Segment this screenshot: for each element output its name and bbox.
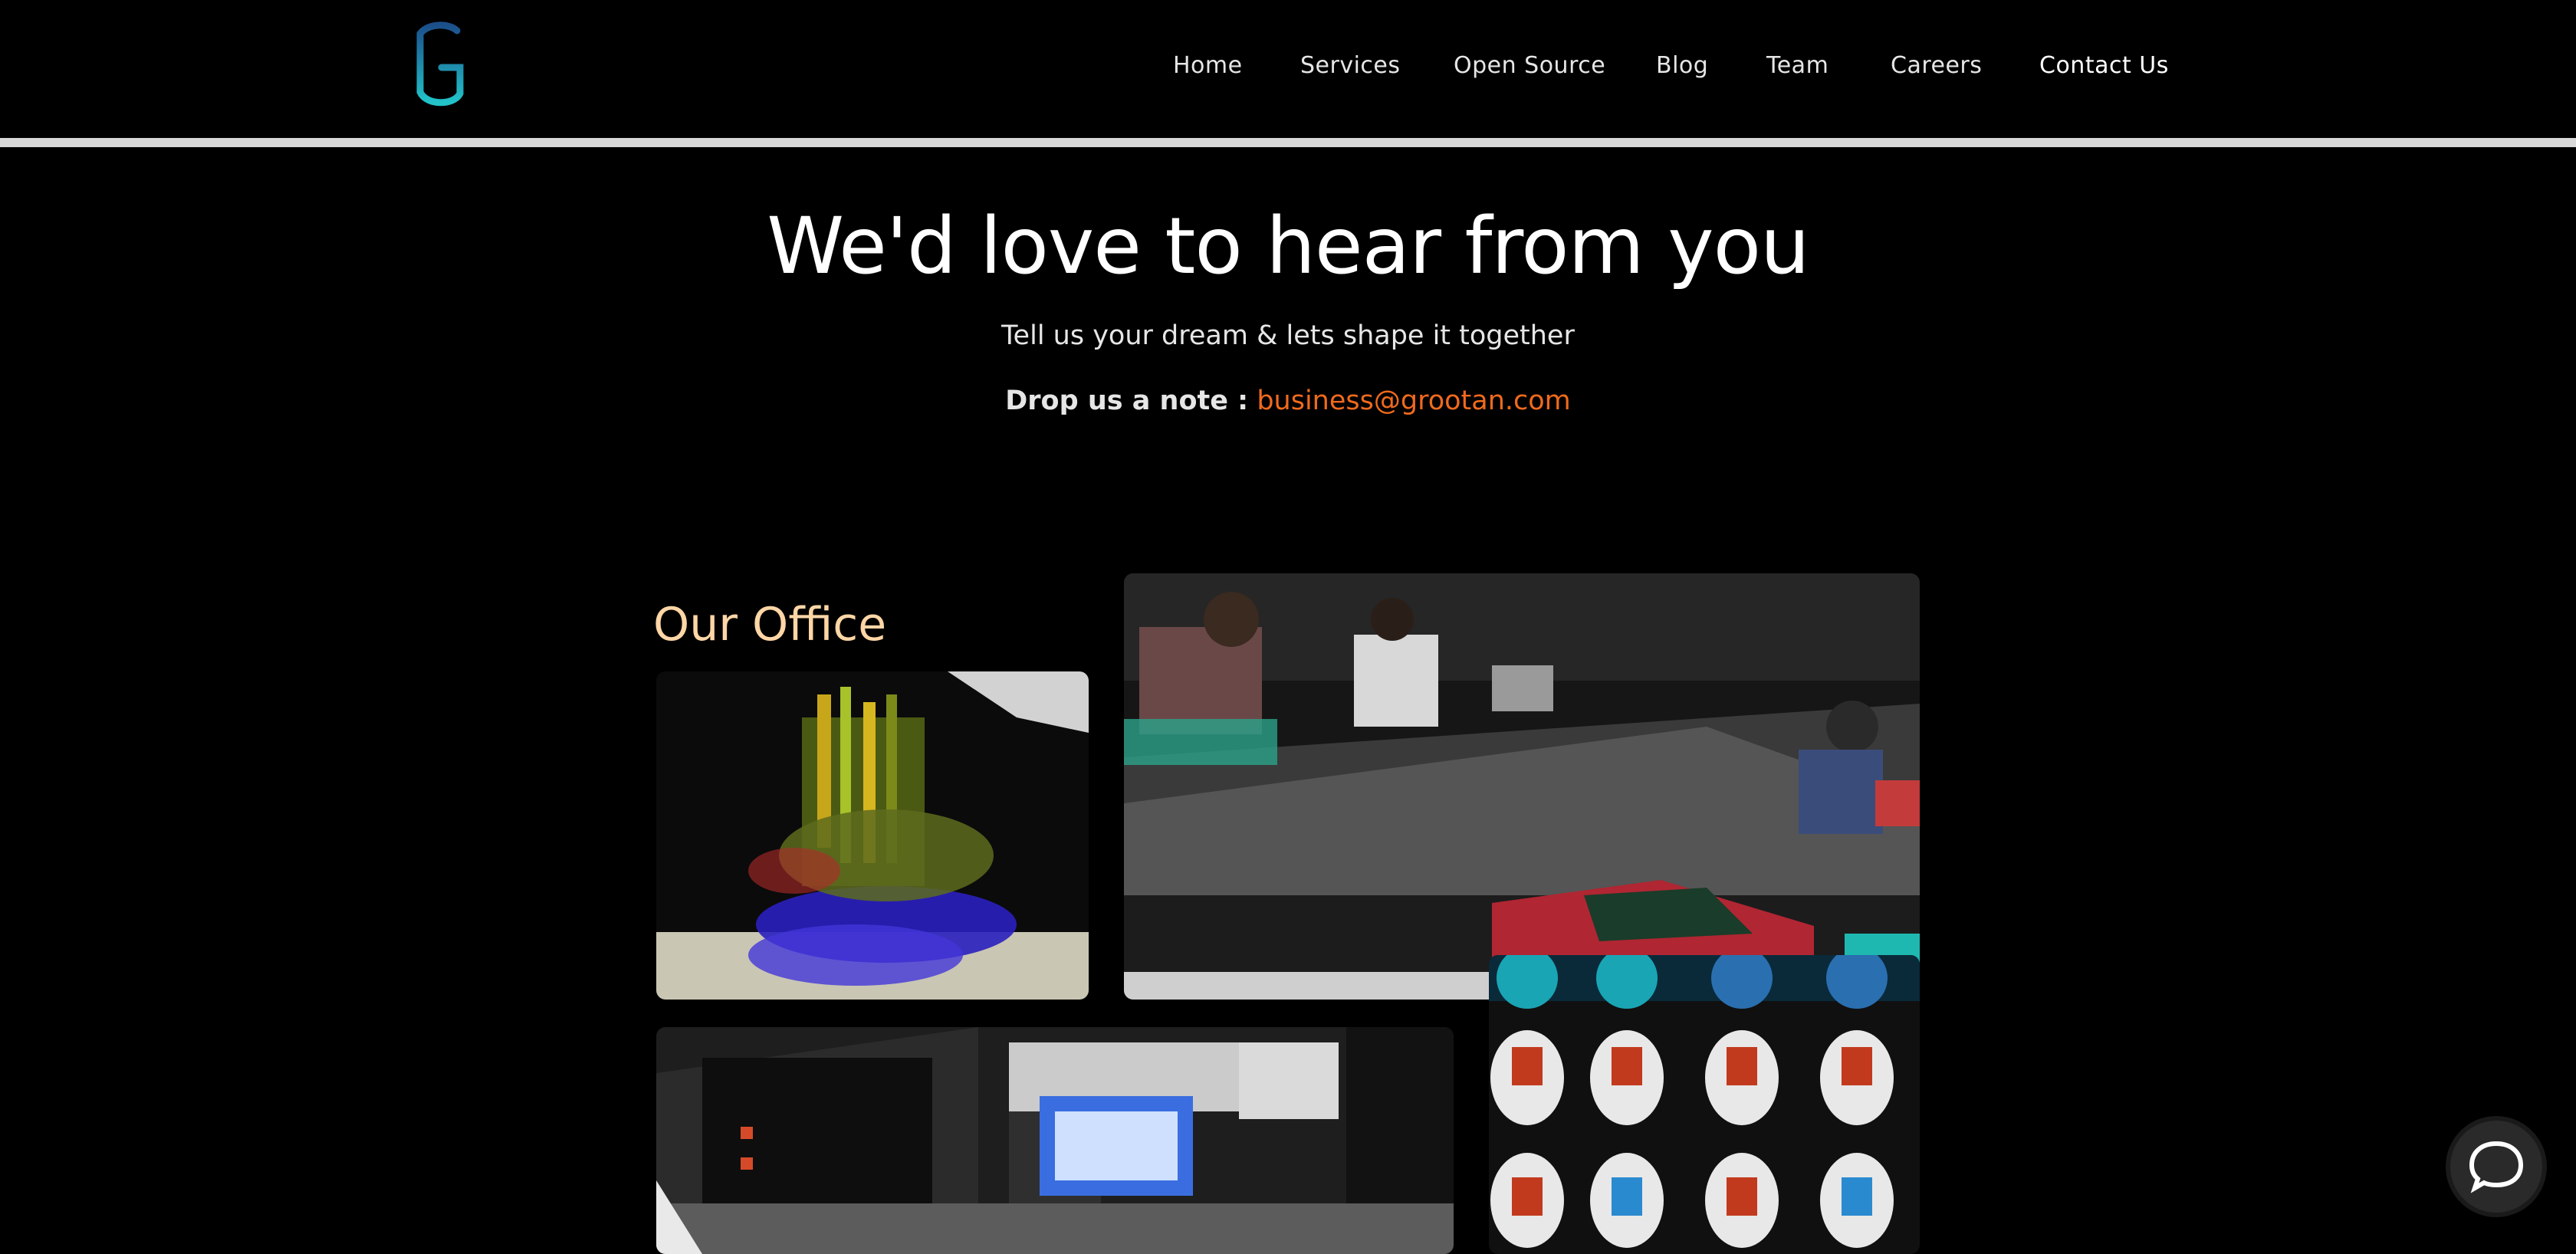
nav-open-source[interactable]: Open Source xyxy=(1454,52,1605,79)
hero-subtitle: Tell us your dream & lets shape it toget… xyxy=(1001,320,1575,351)
site-header: Home Services Open Source Blog Team Care… xyxy=(0,0,2576,138)
office-photo-team-image xyxy=(1124,573,1920,1000)
chat-icon xyxy=(2469,1141,2524,1193)
office-section-title: Our Office xyxy=(653,598,887,652)
grootan-logo-icon xyxy=(416,21,464,107)
contact-note-label: Drop us a note : xyxy=(1005,386,1249,416)
chat-widget-button[interactable] xyxy=(2450,1121,2542,1213)
office-photo-art xyxy=(656,671,1089,1000)
office-photo-art-image xyxy=(656,671,1089,1000)
office-photo-desks-image xyxy=(656,1027,1454,1254)
grootan-logo[interactable] xyxy=(411,20,469,110)
nav-contact-us[interactable]: Contact Us xyxy=(2039,52,2169,79)
contact-note: Drop us a note : business@grootan.com xyxy=(0,386,2576,416)
office-photo-team xyxy=(1124,573,1920,1000)
hero-title: We'd love to hear from you xyxy=(767,201,1809,292)
contact-email-link[interactable]: business@grootan.com xyxy=(1257,386,1570,416)
office-photo-badges-image xyxy=(1489,955,1920,1254)
nav-team[interactable]: Team xyxy=(1766,52,1829,79)
nav-careers[interactable]: Careers xyxy=(1891,52,1982,79)
header-divider xyxy=(0,138,2576,147)
office-photo-badges xyxy=(1489,955,1920,1254)
nav-services[interactable]: Services xyxy=(1300,52,1401,79)
nav-home[interactable]: Home xyxy=(1173,52,1243,79)
office-photo-desks xyxy=(656,1027,1454,1254)
nav-blog[interactable]: Blog xyxy=(1656,52,1708,79)
